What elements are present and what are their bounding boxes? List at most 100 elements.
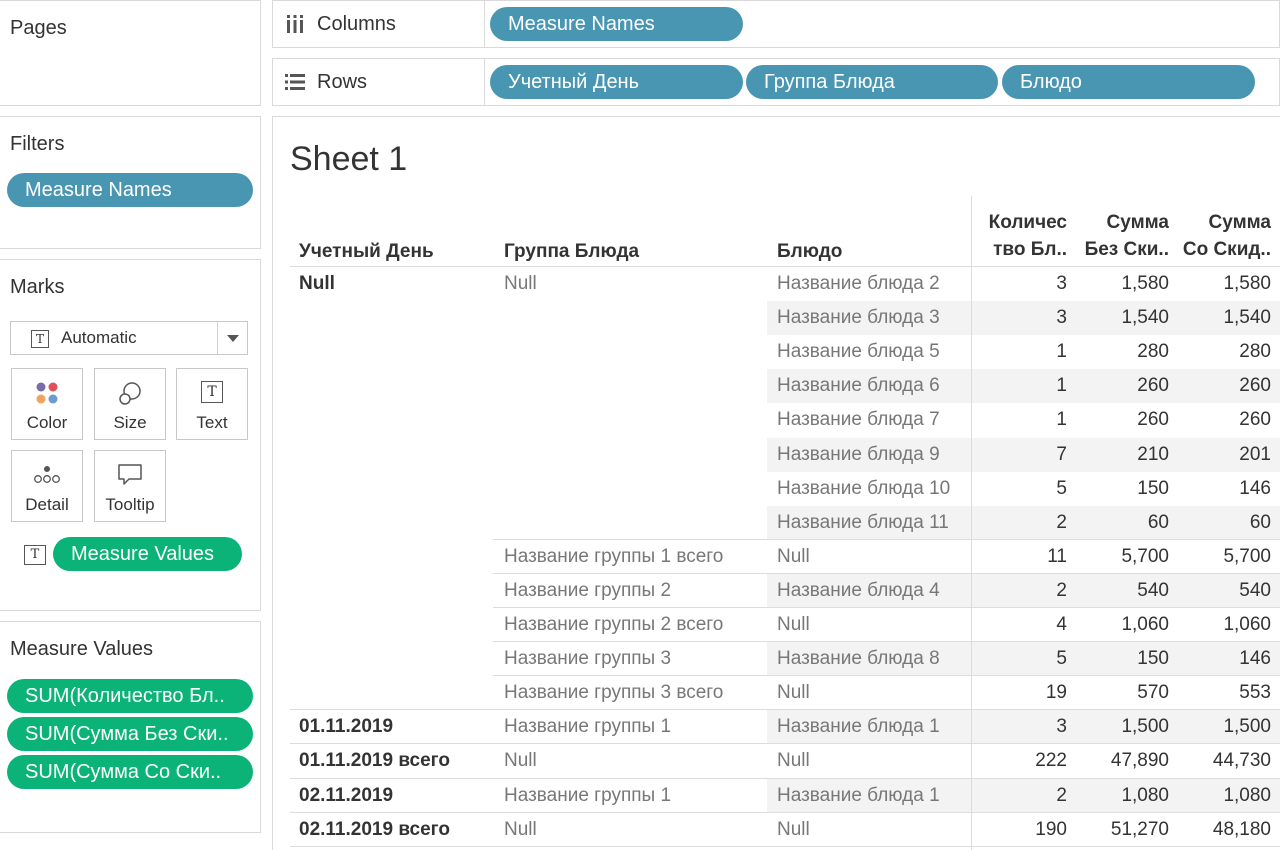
cell-qty[interactable]: 11 [975,540,1067,574]
rows-pill-group[interactable]: Группа Блюда [746,65,998,99]
cell-sum-no-discount[interactable]: 1,580 [1075,267,1169,301]
cell-group[interactable] [504,301,766,335]
header-sum-no-discount-line1[interactable]: Сумма [1075,212,1169,234]
cell-day[interactable] [299,608,489,642]
cell-group[interactable]: Null [504,267,766,301]
header-day[interactable]: Учетный День [299,241,434,263]
cell-day[interactable]: 02.11.2019 всего [299,813,489,847]
cell-sum-no-discount[interactable]: 570 [1075,676,1169,710]
cell-day[interactable]: 01.11.2019 [299,710,489,744]
cell-sum-discount[interactable]: 1,580 [1178,267,1271,301]
cell-group[interactable] [504,472,766,506]
cell-day[interactable] [299,301,489,335]
cell-qty[interactable]: 2 [975,574,1067,608]
cell-group[interactable] [504,438,766,472]
cell-dish[interactable]: Название блюда 7 [777,403,972,437]
cell-sum-no-discount[interactable]: 60 [1075,506,1169,540]
cell-dish[interactable]: Null [777,744,972,778]
pages-card[interactable]: Pages [0,0,261,106]
measure-pill-quantity[interactable]: SUM(Количество Бл.. [7,679,253,713]
cell-sum-no-discount[interactable]: 1,080 [1075,779,1169,813]
cell-day[interactable] [299,676,489,710]
measure-pill-sum-no-discount[interactable]: SUM(Сумма Без Ски.. [7,717,253,751]
cell-group[interactable] [504,369,766,403]
cell-sum-no-discount[interactable]: 150 [1075,472,1169,506]
rows-shelf[interactable]: Rows Учетный День Группа Блюда Блюдо [272,58,1280,106]
rows-pill-dish[interactable]: Блюдо [1002,65,1255,99]
cell-qty[interactable]: 1 [975,369,1067,403]
cell-qty[interactable]: 7 [975,438,1067,472]
cell-sum-no-discount[interactable]: 47,890 [1075,744,1169,778]
cell-dish[interactable]: Название блюда 4 [777,574,972,608]
size-button[interactable]: Size [94,368,166,440]
cell-qty[interactable]: 190 [975,813,1067,847]
cell-sum-discount[interactable]: 1,500 [1178,710,1271,744]
cell-qty[interactable]: 1 [975,335,1067,369]
cell-sum-no-discount[interactable]: 5,700 [1075,540,1169,574]
cell-dish[interactable]: Null [777,608,972,642]
cell-sum-discount[interactable]: 1,060 [1178,608,1271,642]
cell-qty[interactable]: 19 [975,676,1067,710]
header-sum-discount-line1[interactable]: Сумма [1178,212,1271,234]
cell-day[interactable] [299,472,489,506]
cell-sum-discount[interactable]: 280 [1178,335,1271,369]
cell-group[interactable]: Название группы 3 всего [504,676,766,710]
columns-shelf[interactable]: Columns Measure Names [272,0,1280,48]
header-group[interactable]: Группа Блюда [504,241,639,263]
cell-group[interactable]: Null [504,744,766,778]
cell-group[interactable] [504,335,766,369]
header-sum-discount-line2[interactable]: Со Скид.. [1178,239,1271,261]
cell-sum-discount[interactable]: 260 [1178,403,1271,437]
cell-sum-no-discount[interactable]: 1,060 [1075,608,1169,642]
cell-sum-no-discount[interactable]: 150 [1075,642,1169,676]
cell-qty[interactable]: 2 [975,779,1067,813]
cell-dish[interactable]: Название блюда 6 [777,369,972,403]
cell-day[interactable]: 01.11.2019 всего [299,744,489,778]
cell-sum-discount[interactable]: 60 [1178,506,1271,540]
cell-group[interactable]: Название группы 2 всего [504,608,766,642]
cell-qty[interactable]: 5 [975,642,1067,676]
filters-card[interactable]: Filters Measure Names [0,116,261,249]
cell-sum-discount[interactable]: 146 [1178,472,1271,506]
cell-sum-no-discount[interactable]: 1,540 [1075,301,1169,335]
filter-pill-measure-names[interactable]: Measure Names [7,173,253,207]
cell-group[interactable]: Название группы 2 [504,574,766,608]
cell-qty[interactable]: 1 [975,403,1067,437]
cell-sum-discount[interactable]: 5,700 [1178,540,1271,574]
cell-day[interactable] [299,438,489,472]
cell-group[interactable]: Название группы 3 [504,642,766,676]
cell-dish[interactable]: Название блюда 1 [777,710,972,744]
cell-sum-no-discount[interactable]: 210 [1075,438,1169,472]
header-sum-no-discount-line2[interactable]: Без Ски.. [1075,239,1169,261]
chevron-down-icon[interactable] [227,335,239,342]
cell-qty[interactable]: 3 [975,267,1067,301]
cell-day[interactable] [299,540,489,574]
cell-dish[interactable]: Название блюда 10 [777,472,972,506]
cell-sum-no-discount[interactable]: 260 [1075,369,1169,403]
cell-day[interactable] [299,335,489,369]
cell-qty[interactable]: 222 [975,744,1067,778]
cell-dish[interactable]: Название блюда 11 [777,506,972,540]
cell-sum-discount[interactable]: 553 [1178,676,1271,710]
cell-day[interactable]: 02.11.2019 [299,779,489,813]
cell-dish[interactable]: Название блюда 5 [777,335,972,369]
cell-dish[interactable]: Null [777,676,972,710]
header-qty-line2[interactable]: тво Бл.. [975,239,1067,261]
cell-qty[interactable]: 4 [975,608,1067,642]
cell-sum-no-discount[interactable]: 51,270 [1075,813,1169,847]
rows-pill-day[interactable]: Учетный День [490,65,743,99]
cell-sum-no-discount[interactable]: 1,500 [1075,710,1169,744]
cell-group[interactable] [504,506,766,540]
cell-sum-no-discount[interactable]: 540 [1075,574,1169,608]
cell-dish[interactable]: Название блюда 9 [777,438,972,472]
cell-dish[interactable]: Название блюда 3 [777,301,972,335]
cell-day[interactable]: Null [299,267,489,301]
color-button[interactable]: Color [11,368,83,440]
cell-sum-discount[interactable]: 48,180 [1178,813,1271,847]
cell-sum-no-discount[interactable]: 280 [1075,335,1169,369]
header-qty-line1[interactable]: Количес [975,212,1067,234]
cell-qty[interactable]: 3 [975,301,1067,335]
cell-group[interactable] [504,403,766,437]
cell-qty[interactable]: 5 [975,472,1067,506]
cell-group[interactable]: Название группы 1 всего [504,540,766,574]
